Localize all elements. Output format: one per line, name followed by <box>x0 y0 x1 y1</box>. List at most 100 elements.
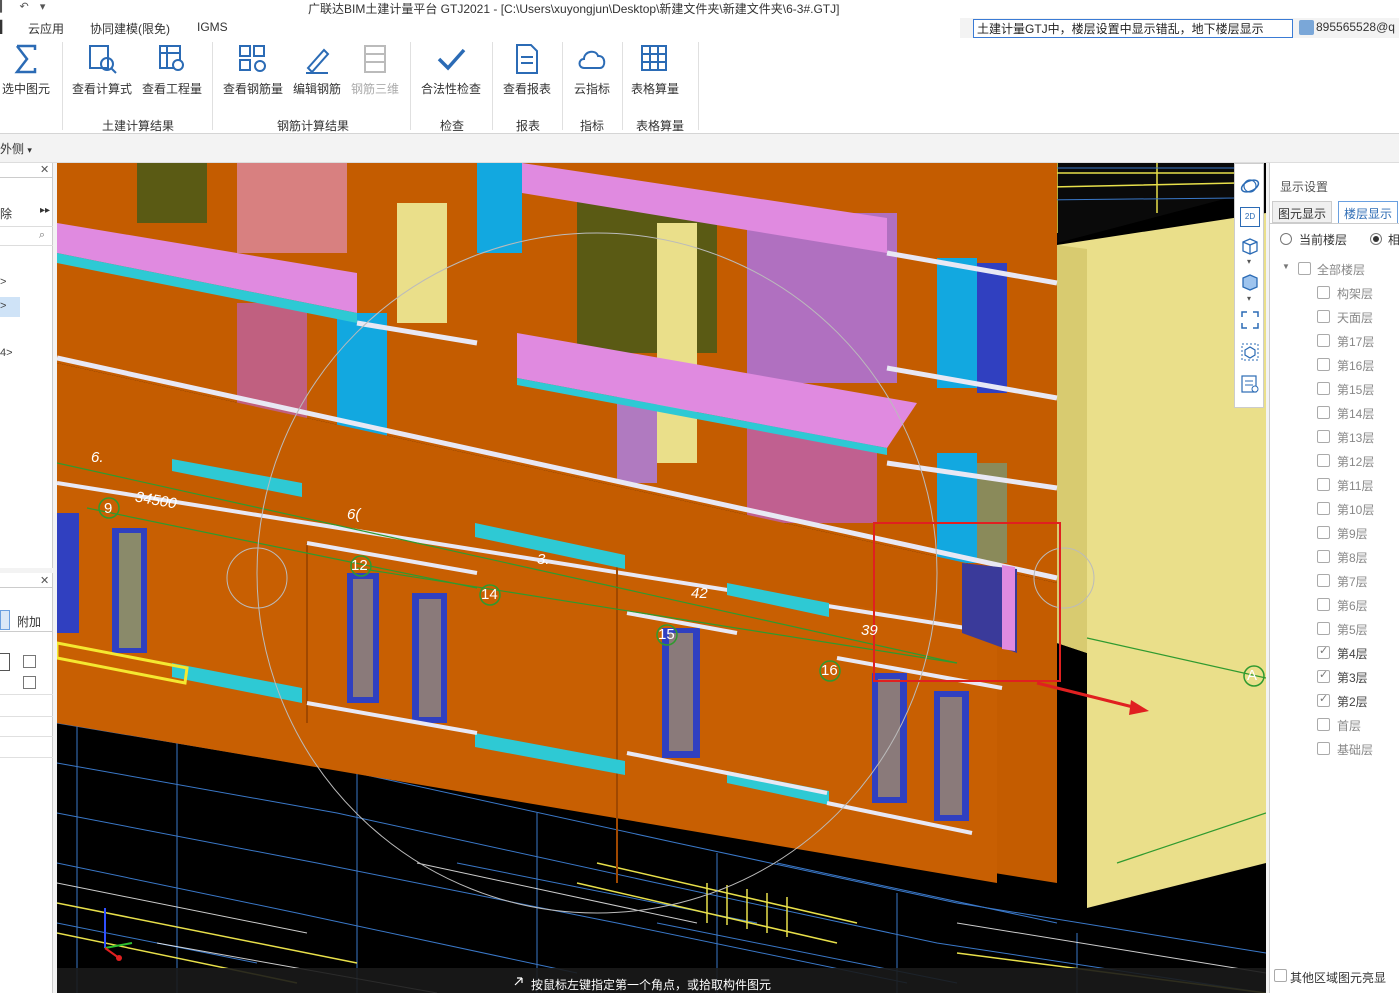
customize-dropdown-icon[interactable]: ▾ <box>40 1 46 13</box>
delete-button[interactable]: 除 <box>0 205 12 222</box>
floor-checkbox[interactable] <box>1317 406 1330 419</box>
floor-checkbox[interactable] <box>1317 574 1330 587</box>
view-rebar-button[interactable]: 查看钢筋量 <box>220 42 286 106</box>
floor-checkbox[interactable] <box>1317 358 1330 371</box>
floor-checkbox[interactable] <box>1317 310 1330 323</box>
chevron-down-icon[interactable]: ▾ <box>1247 257 1251 266</box>
fit-view-icon[interactable] <box>1240 310 1260 330</box>
floor-row[interactable]: 第6层 <box>1270 594 1399 618</box>
cloud-index-button[interactable]: 云指标 <box>566 42 618 106</box>
edit-rebar-button[interactable]: 编辑钢筋 <box>290 42 344 106</box>
floor-checkbox[interactable] <box>1317 692 1330 707</box>
user-name[interactable]: 895565528@q <box>1316 20 1395 34</box>
view-quantity-button[interactable]: 查看工程量 <box>140 42 204 106</box>
orbit-icon[interactable] <box>1240 176 1260 196</box>
floor-row[interactable]: 第8层 <box>1270 546 1399 570</box>
table-calc-label: 表格算量 <box>630 82 679 96</box>
display-settings-icon[interactable] <box>1240 374 1260 394</box>
close-icon[interactable]: ✕ <box>40 163 49 176</box>
radio-current-floor[interactable] <box>1280 233 1292 245</box>
view-2d-button[interactable]: 2D <box>1240 207 1260 227</box>
floor-checkbox[interactable] <box>1317 644 1330 659</box>
cube-icon[interactable] <box>1240 236 1260 256</box>
tree-item[interactable]: 4> <box>0 347 13 359</box>
floor-row[interactable]: 第17层 <box>1270 330 1399 354</box>
property-field[interactable] <box>0 653 10 671</box>
floor-label: 第5层 <box>1337 623 1368 637</box>
chevron-down-icon[interactable]: ▼ <box>1282 262 1290 271</box>
dimension-label: 42 <box>691 585 708 602</box>
tab-floor-display[interactable]: 楼层显示 <box>1338 201 1399 223</box>
floor-checkbox[interactable] <box>1317 478 1330 491</box>
outer-side-dropdown[interactable]: 外侧 ▾ <box>0 140 32 157</box>
avatar[interactable] <box>1299 20 1314 35</box>
floor-checkbox[interactable] <box>1317 598 1330 611</box>
floor-row[interactable]: 第11层 <box>1270 474 1399 498</box>
floor-row[interactable]: 第10层 <box>1270 498 1399 522</box>
floor-row[interactable]: 构架层 <box>1270 282 1399 306</box>
floor-row[interactable]: 第12层 <box>1270 450 1399 474</box>
floor-row[interactable]: 第4层 <box>1270 642 1399 666</box>
floor-row[interactable]: 第5层 <box>1270 618 1399 642</box>
undo-icon[interactable]: ↶ <box>20 1 29 13</box>
floor-row[interactable]: 第16层 <box>1270 354 1399 378</box>
floor-checkbox[interactable] <box>1317 430 1330 443</box>
expand-icon[interactable]: ▸▸ <box>40 205 50 216</box>
floor-row[interactable]: 第15层 <box>1270 378 1399 402</box>
floor-row[interactable]: 第3层 <box>1270 666 1399 690</box>
tree-item-selected[interactable]: > <box>0 297 20 317</box>
floor-checkbox[interactable] <box>1317 622 1330 635</box>
floor-row[interactable]: 第14层 <box>1270 402 1399 426</box>
select-element-button[interactable]: 选中图元 <box>0 42 52 106</box>
floor-row[interactable]: 天面层 <box>1270 306 1399 330</box>
checkbox-highlight-other[interactable] <box>1274 969 1287 982</box>
view-formula-button[interactable]: 查看计算式 <box>70 42 134 106</box>
table-calc-button[interactable]: 表格算量 <box>626 42 684 106</box>
chevron-down-icon[interactable]: ▾ <box>1247 294 1251 303</box>
group-report: 报表 <box>516 119 541 133</box>
floor-checkbox[interactable] <box>1317 550 1330 563</box>
tree-search-input[interactable]: ⌕ <box>0 226 53 246</box>
floor-checkbox[interactable] <box>1317 742 1330 755</box>
floor-checkbox[interactable] <box>1317 718 1330 731</box>
view-report-button[interactable]: 查看报表 <box>498 42 556 106</box>
floor-row[interactable]: 第2层 <box>1270 690 1399 714</box>
axis-label: 15 <box>658 626 675 643</box>
floor-checkbox[interactable] <box>1317 526 1330 539</box>
floor-checkbox[interactable] <box>1317 382 1330 395</box>
menu-item-file[interactable]: ▎ <box>0 20 9 34</box>
floor-row[interactable]: 基础层 <box>1270 738 1399 762</box>
checkbox-all-floors[interactable] <box>1298 262 1311 275</box>
checkbox[interactable] <box>23 655 36 668</box>
floor-checkbox[interactable] <box>1317 454 1330 467</box>
checkbox[interactable] <box>23 676 36 689</box>
close-icon[interactable]: ✕ <box>40 574 49 587</box>
tab-additional[interactable]: 附加 <box>17 613 41 630</box>
floor-tree-root[interactable]: ▼ 全部楼层 <box>1270 258 1399 282</box>
floor-row[interactable]: 首层 <box>1270 714 1399 738</box>
floor-row[interactable]: 第13层 <box>1270 426 1399 450</box>
floor-checkbox[interactable] <box>1317 502 1330 515</box>
floor-checkbox[interactable] <box>1317 334 1330 347</box>
floor-checkbox[interactable] <box>1317 286 1330 299</box>
menu-item-igms[interactable]: IGMS <box>197 20 228 34</box>
quick-access-icon[interactable]: ▎ <box>0 1 8 13</box>
floor-checkbox[interactable] <box>1317 668 1330 683</box>
dimension-label: 3. <box>537 551 550 568</box>
rebar-3d-button[interactable]: 钢筋三维 <box>348 42 402 106</box>
menu-item-collab-modeling[interactable]: 协同建模(限免) <box>90 20 170 37</box>
radio-other-floor[interactable] <box>1370 233 1382 245</box>
divider <box>0 716 53 717</box>
section-box-icon[interactable] <box>1240 342 1260 362</box>
tree-item[interactable]: > <box>0 276 6 288</box>
property-tab-active[interactable] <box>0 610 10 630</box>
highlight-other-label: 其他区域图元亮显 <box>1290 971 1387 985</box>
floor-row[interactable]: 第7层 <box>1270 570 1399 594</box>
3d-viewport[interactable]: 9 12 14 15 16 A 6. 34500 6( 3. 42 39 按鼠标… <box>57 163 1266 993</box>
cube-solid-icon[interactable] <box>1240 272 1260 292</box>
validity-check-button[interactable]: 合法性检查 <box>418 42 484 106</box>
floor-row[interactable]: 第9层 <box>1270 522 1399 546</box>
tab-element-display[interactable]: 图元显示 <box>1272 201 1333 223</box>
search-input[interactable] <box>973 19 1293 38</box>
menu-item-cloud-app[interactable]: 云应用 <box>28 20 64 37</box>
